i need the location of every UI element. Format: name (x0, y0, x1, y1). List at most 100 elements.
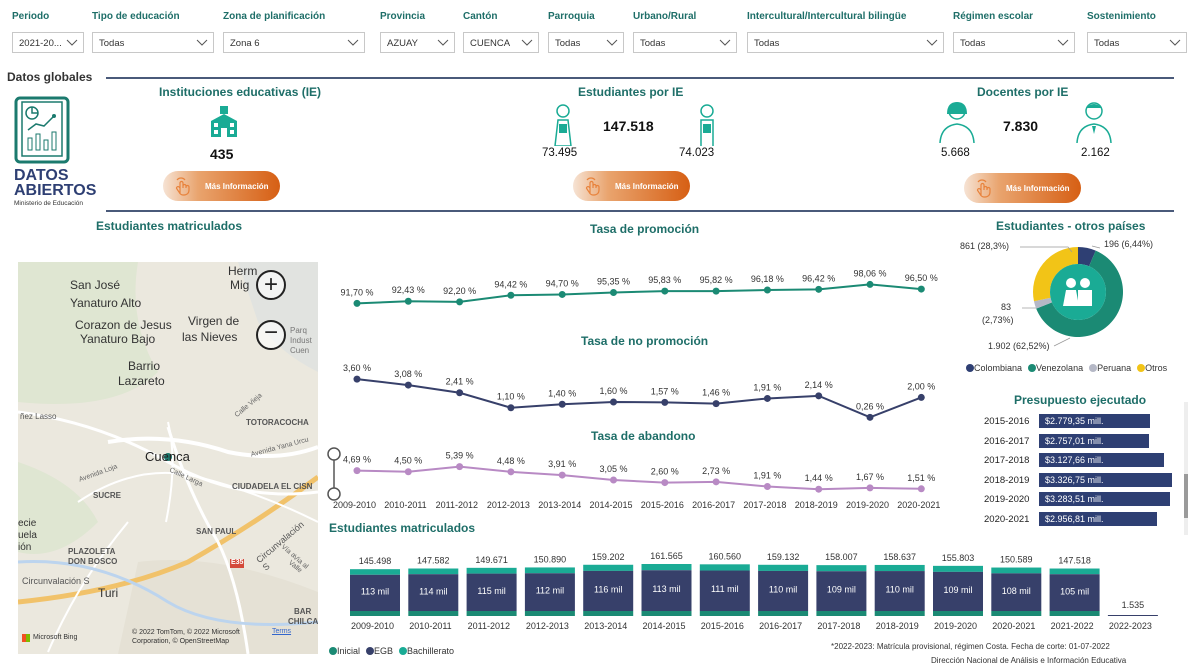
bar-bachillerato[interactable] (524, 567, 575, 574)
scrollbar-thumb[interactable] (1184, 474, 1188, 518)
promo-point[interactable] (866, 280, 874, 288)
bar-bachillerato[interactable] (350, 569, 400, 575)
bar-inicial[interactable] (816, 611, 867, 616)
bar-inicial[interactable] (350, 611, 400, 616)
aband-point[interactable] (353, 467, 361, 475)
filter-dropdown[interactable]: 2021-20... (12, 32, 84, 53)
bar-inicial[interactable] (874, 611, 925, 616)
budget-bar[interactable]: $3.283,51 mill. (1039, 492, 1171, 506)
filter-dropdown[interactable]: Todas (953, 32, 1075, 53)
bar-inicial[interactable] (933, 611, 983, 616)
map-attribution: © 2022 TomTom, © 2022 Microsoft Corporat… (132, 629, 240, 645)
bar-inicial[interactable] (408, 611, 459, 616)
budget-bar[interactable]: $2.757,01 mill. (1039, 433, 1150, 448)
promo-point[interactable] (815, 285, 823, 293)
more-info-label: Más Información (205, 181, 269, 191)
aband-point[interactable] (866, 484, 874, 492)
budget-bar[interactable]: $2.956,81 mill. (1039, 511, 1158, 526)
bar-inicial[interactable] (758, 611, 809, 616)
promo-point[interactable] (456, 298, 464, 306)
more-info-button-students[interactable]: Más Información (573, 171, 690, 201)
budget-bar[interactable]: $3.127,66 mill. (1039, 453, 1165, 467)
bar-bachillerato[interactable] (991, 567, 1042, 574)
bar-year-tick: 2018-2019 (875, 621, 919, 631)
bar-bachillerato[interactable] (583, 564, 634, 571)
nopromo-point[interactable] (712, 400, 720, 408)
more-info-button-teachers[interactable]: Más Información (964, 173, 1081, 203)
promo-point[interactable] (661, 287, 669, 295)
filter-dropdown[interactable]: CUENCA (463, 32, 539, 53)
bar-bachillerato[interactable] (408, 568, 459, 575)
more-info-button-ie[interactable]: Más Información (163, 171, 280, 201)
aband-point[interactable] (610, 476, 617, 484)
bar-bachillerato[interactable] (816, 565, 867, 572)
nopromo-point[interactable] (815, 392, 823, 400)
budget-bar[interactable]: $2.779,35 mill. (1039, 414, 1151, 428)
bar-egb[interactable] (1107, 615, 1158, 616)
promo-point[interactable] (610, 289, 617, 297)
aband-point[interactable] (763, 483, 771, 491)
bar-inicial[interactable] (583, 611, 634, 616)
bar-inicial[interactable] (991, 611, 1042, 616)
matric-title: Estudiantes matriculados (329, 521, 476, 535)
filter-dropdown[interactable]: AZUAY (380, 32, 455, 53)
map-view[interactable]: San José Yanaturo Alto Corazon de Jesus … (18, 262, 318, 654)
nopromo-point[interactable] (456, 389, 464, 397)
aband-point[interactable] (661, 479, 669, 487)
promo-point[interactable] (712, 287, 720, 295)
filter-dropdown[interactable]: Todas (92, 32, 214, 53)
nopromo-point[interactable] (763, 394, 771, 402)
aband-point[interactable] (558, 471, 566, 479)
bar-bachillerato[interactable] (466, 567, 517, 574)
bar-year-tick: 2009-2010 (351, 621, 395, 631)
map-label: SAN PAUL (196, 527, 237, 536)
kpi-students-male: 74.023 (679, 147, 715, 159)
budget-bar[interactable]: $3.326,75 mill. (1039, 472, 1172, 487)
nopromo-point[interactable] (610, 398, 617, 406)
bar-total-label: 160.560 (709, 551, 742, 561)
scrollbar-track[interactable] (1184, 402, 1188, 535)
zoom-out-button[interactable]: − (256, 320, 286, 350)
bar-inicial[interactable] (1049, 611, 1100, 616)
filter-value: Todas (640, 38, 666, 49)
budget-year-label: 2017-2018 (984, 455, 1030, 466)
nopromo-point[interactable] (917, 393, 925, 401)
aband-point[interactable] (712, 478, 720, 486)
aband-point[interactable] (507, 468, 515, 476)
bar-inicial[interactable] (524, 611, 575, 616)
aband-point[interactable] (917, 485, 925, 493)
promo-point[interactable] (558, 290, 566, 298)
nopromo-point[interactable] (353, 375, 361, 383)
zoom-in-button[interactable]: + (256, 270, 286, 300)
range-slider[interactable] (324, 446, 344, 502)
promo-point[interactable] (353, 299, 361, 307)
promo-point[interactable] (763, 286, 771, 294)
bar-inicial[interactable] (466, 611, 517, 616)
promo-point[interactable] (917, 285, 925, 293)
promo-point[interactable] (404, 297, 412, 305)
bar-inicial[interactable] (699, 611, 750, 616)
filter-dropdown[interactable]: Todas (747, 32, 944, 53)
bar-inicial[interactable] (641, 611, 692, 616)
aband-point[interactable] (815, 485, 823, 493)
bar-bachillerato[interactable] (1049, 568, 1100, 575)
nopromo-point[interactable] (404, 381, 412, 389)
nopromo-point[interactable] (866, 413, 874, 421)
bar-bachillerato[interactable] (641, 564, 692, 571)
filter-dropdown[interactable]: Todas (633, 32, 737, 53)
chevron-down-icon (196, 39, 208, 46)
filter-dropdown[interactable]: Todas (1087, 32, 1187, 53)
aband-point[interactable] (404, 468, 412, 476)
filter-dropdown[interactable]: Zona 6 (223, 32, 365, 53)
bar-bachillerato[interactable] (758, 564, 809, 571)
filter-dropdown[interactable]: Todas (548, 32, 624, 53)
terms-link[interactable]: Terms (272, 628, 291, 635)
nopromo-point[interactable] (661, 398, 669, 406)
aband-point[interactable] (456, 463, 464, 471)
promo-point[interactable] (507, 291, 515, 299)
bar-bachillerato[interactable] (933, 565, 983, 572)
bar-bachillerato[interactable] (699, 564, 750, 571)
bar-bachillerato[interactable] (874, 564, 925, 572)
nopromo-point[interactable] (507, 404, 515, 412)
nopromo-point[interactable] (558, 400, 566, 408)
